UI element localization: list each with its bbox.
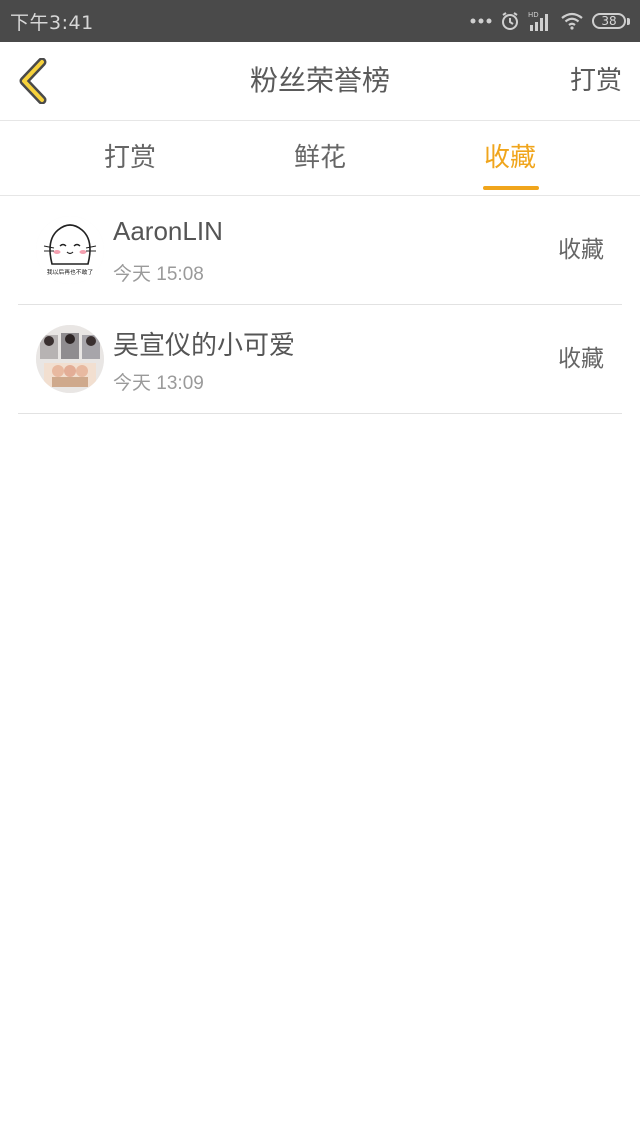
avatar: 我以后再也不敢了	[36, 216, 104, 284]
more-dots-icon	[470, 18, 492, 24]
tab-reward[interactable]: 打赏	[60, 121, 200, 195]
photo-collage-avatar-image	[36, 325, 104, 393]
screen: 下午3:41 HD 38 粉丝荣誉榜 打赏 打赏 鲜花 收藏 我以后再也不敢了 …	[0, 0, 640, 1138]
status-time: 下午3:41	[10, 11, 94, 34]
status-icons: HD 38	[470, 10, 630, 32]
tab-favorites-label: 收藏	[483, 143, 536, 173]
reward-button[interactable]: 打赏	[570, 42, 622, 120]
fan-time: 今天 15:08	[113, 264, 204, 285]
cartoon-cat-avatar-image: 我以后再也不敢了	[36, 216, 104, 284]
favorite-label: 收藏	[558, 237, 604, 263]
fan-list: 我以后再也不敢了 AaronLIN 今天 15:08 收藏 吴宣仪的小可爱 今天…	[0, 196, 640, 414]
battery-icon: 38	[592, 13, 630, 29]
svg-text:HD: HD	[528, 11, 539, 19]
wifi-icon	[561, 12, 583, 30]
alarm-icon	[502, 12, 518, 30]
svg-text:我以后再也不敢了: 我以后再也不敢了	[47, 268, 94, 276]
tab-favorites[interactable]: 收藏	[440, 121, 580, 195]
fan-time: 今天 13:09	[113, 373, 204, 394]
tab-bar: 打赏 鲜花 收藏	[0, 121, 640, 196]
hd-signal-icon: HD	[528, 11, 548, 31]
favorite-label: 收藏	[558, 346, 604, 372]
tab-flowers[interactable]: 鲜花	[250, 121, 390, 195]
battery-level: 38	[592, 13, 626, 29]
chevron-left-icon	[19, 57, 47, 105]
list-item[interactable]: 吴宣仪的小可爱 今天 13:09 收藏	[18, 305, 622, 414]
avatar	[36, 325, 104, 393]
status-bar: 下午3:41 HD 38	[0, 0, 640, 42]
back-button[interactable]	[14, 57, 54, 105]
fan-name: AaronLIN	[113, 216, 223, 246]
header: 粉丝荣誉榜 打赏	[0, 42, 640, 121]
active-tab-indicator	[483, 186, 539, 190]
fan-name: 吴宣仪的小可爱	[113, 330, 296, 360]
list-item[interactable]: 我以后再也不敢了 AaronLIN 今天 15:08 收藏	[18, 196, 622, 305]
page-title: 粉丝荣誉榜	[249, 64, 390, 97]
